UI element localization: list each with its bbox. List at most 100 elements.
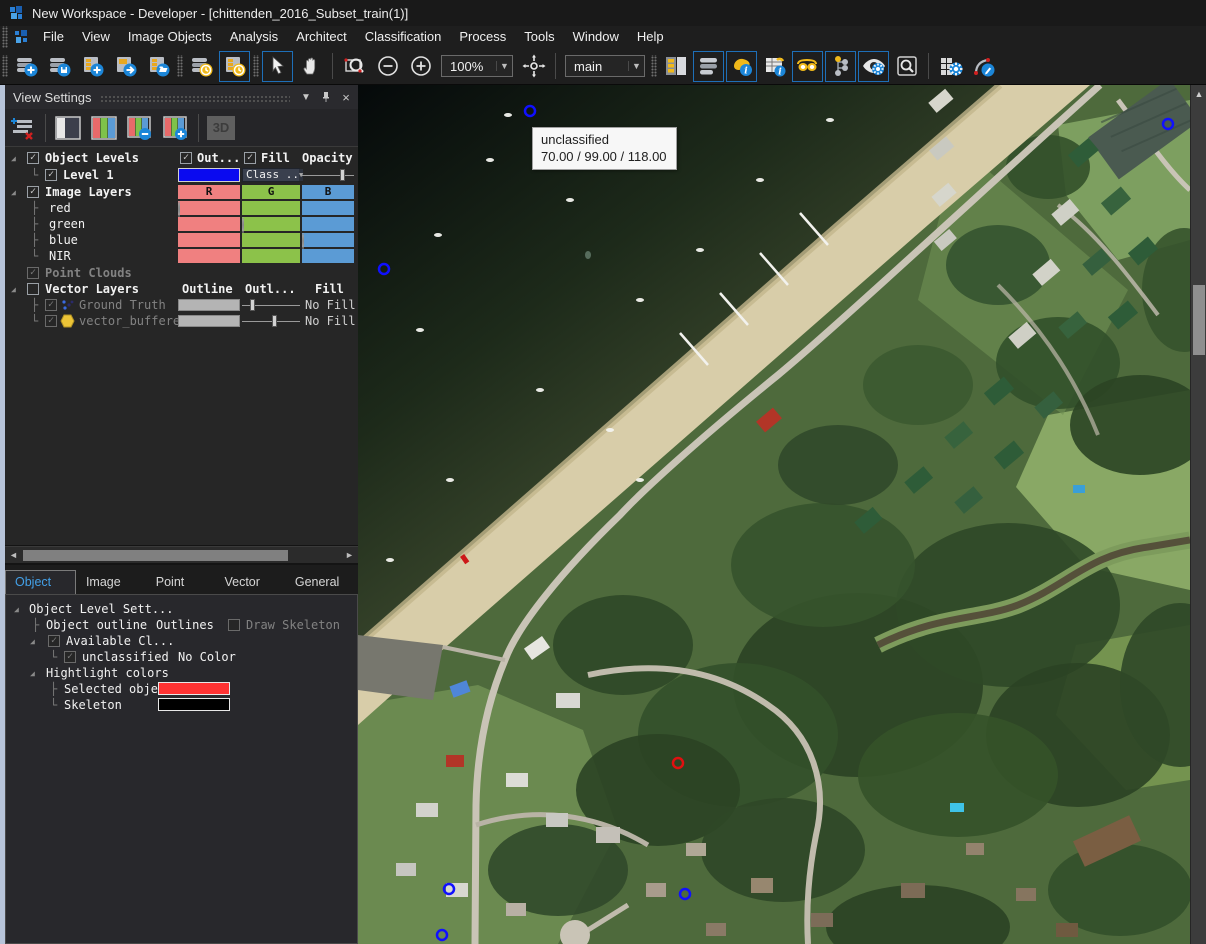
previous-layer-button[interactable]: [124, 113, 156, 143]
green-g-cell[interactable]: [242, 217, 300, 231]
menu-grip-handle[interactable]: [2, 26, 8, 48]
menu-classification[interactable]: Classification: [356, 26, 451, 48]
red-b-cell[interactable]: [302, 201, 354, 215]
nir-g-cell[interactable]: [242, 249, 300, 263]
next-layer-button[interactable]: [160, 113, 192, 143]
level1-outline-color-swatch[interactable]: [178, 168, 240, 182]
zoom-window-button[interactable]: [891, 51, 922, 82]
object-levels-checkbox[interactable]: ✓: [27, 152, 39, 164]
menu-analysis[interactable]: Analysis: [221, 26, 287, 48]
outline-column-checkbox[interactable]: ✓: [180, 152, 192, 164]
zoom-in-button[interactable]: [405, 51, 436, 82]
expand-triangle-icon[interactable]: ◢: [11, 282, 16, 298]
red-g-cell[interactable]: [242, 201, 300, 215]
skeleton-color-swatch[interactable]: [158, 698, 230, 711]
blue-b-cell[interactable]: [302, 233, 354, 247]
unclassified-color-value[interactable]: No Color: [178, 649, 236, 665]
vector-layers-checkbox[interactable]: [27, 283, 39, 295]
add-project-button[interactable]: [77, 51, 108, 82]
class-info-button[interactable]: i: [726, 51, 757, 82]
tree-row-ground-truth[interactable]: ├ ✓ Ground Truth No Fill: [5, 297, 358, 313]
expand-triangle-icon[interactable]: ◢: [30, 666, 35, 682]
import-scene-button[interactable]: [110, 51, 141, 82]
green-b-cell[interactable]: [302, 217, 354, 231]
map-vertical-scrollbar[interactable]: ▲: [1190, 85, 1206, 944]
scene-history-button[interactable]: [219, 51, 250, 82]
zoom-level-combo[interactable]: 100% ▼: [441, 55, 513, 77]
expand-triangle-icon[interactable]: ◢: [11, 185, 16, 201]
menu-help[interactable]: Help: [628, 26, 673, 48]
menu-image-objects[interactable]: Image Objects: [119, 26, 221, 48]
map-viewport[interactable]: unclassified 70.00 / 99.00 / 118.00 ▲: [358, 85, 1206, 944]
image-object-information-button[interactable]: [693, 51, 724, 82]
ground-truth-outline-swatch[interactable]: [178, 299, 240, 311]
level1-checkbox[interactable]: ✓: [45, 169, 57, 181]
blue-g-cell[interactable]: [242, 233, 300, 247]
tree-row-layer-red[interactable]: ├ red: [5, 200, 358, 216]
tree-row-layer-nir[interactable]: └ NIR: [5, 248, 358, 264]
class-hierarchy-button[interactable]: [825, 51, 856, 82]
toolbar-grip-handle[interactable]: [177, 55, 183, 77]
ols-row-selected-object[interactable]: ├ Selected object: [6, 681, 357, 697]
workspace-history-button[interactable]: [186, 51, 217, 82]
view-settings-horizontal-scrollbar[interactable]: ◄ ►: [5, 546, 358, 563]
nir-r-cell[interactable]: [178, 249, 240, 263]
menu-process[interactable]: Process: [450, 26, 515, 48]
ols-row-skeleton[interactable]: └ Skeleton: [6, 697, 357, 713]
scroll-up-icon[interactable]: ▲: [1191, 87, 1206, 101]
mix-three-layers-rgb-button[interactable]: [88, 113, 120, 143]
tree-row-image-layers[interactable]: ◢ ✓ Image Layers R G B: [5, 184, 358, 200]
toolbar-grip-handle[interactable]: [253, 55, 259, 77]
vector-buffered-width-slider[interactable]: [242, 314, 300, 328]
scroll-left-icon[interactable]: ◄: [7, 549, 20, 562]
menu-tools[interactable]: Tools: [515, 26, 563, 48]
chevron-down-icon[interactable]: ▼: [298, 89, 314, 105]
vector-buffered-outline-swatch[interactable]: [178, 315, 240, 327]
tree-row-layer-blue[interactable]: ├ blue: [5, 232, 358, 248]
tree-row-vector-layers[interactable]: ◢ Vector Layers Outline Outl... Fill: [5, 281, 358, 297]
ols-row-highlight-colors[interactable]: ◢ Hightlight colors: [6, 665, 357, 681]
nir-b-cell[interactable]: [302, 249, 354, 263]
split-view-button[interactable]: [660, 51, 691, 82]
chevron-down-icon[interactable]: ▼: [628, 61, 644, 71]
open-project-button[interactable]: [143, 51, 174, 82]
toolbar-grip-handle[interactable]: [2, 55, 8, 77]
fill-column-checkbox[interactable]: ✓: [244, 152, 256, 164]
view-classification-glasses-button[interactable]: [792, 51, 823, 82]
selected-object-color-swatch[interactable]: [158, 682, 230, 695]
new-workspace-button[interactable]: [11, 51, 42, 82]
point-clouds-checkbox[interactable]: ✓: [27, 267, 39, 279]
single-layer-grayscale-button[interactable]: [52, 113, 84, 143]
pan-center-button[interactable]: [518, 51, 549, 82]
edit-image-levels-button[interactable]: [7, 113, 39, 143]
scroll-right-icon[interactable]: ►: [343, 549, 356, 562]
unclassified-checkbox[interactable]: ✓: [64, 651, 76, 663]
select-cursor-button[interactable]: [262, 51, 293, 82]
ols-row-object-outline[interactable]: ├ Object outline Outlines Draw Skeleton: [6, 617, 357, 633]
level1-opacity-slider[interactable]: [302, 168, 354, 182]
vector-buffered-checkbox[interactable]: ✓: [45, 315, 57, 327]
available-classes-checkbox[interactable]: ✓: [48, 635, 60, 647]
level1-fill-combo[interactable]: Class .. ▼: [242, 168, 300, 182]
tree-row-level1[interactable]: └ ✓ Level 1 Class .. ▼: [5, 167, 358, 183]
pan-hand-button[interactable]: [295, 51, 326, 82]
tree-row-object-levels[interactable]: ◢ ✓ Object Levels ✓ Out... ✓ Fill Opacit…: [5, 150, 358, 166]
tab-general-settings[interactable]: General S...: [285, 570, 358, 594]
scrollbar-thumb[interactable]: [23, 550, 288, 561]
ols-row-available-classes[interactable]: ◢ ✓ Available Cl...: [6, 633, 357, 649]
menu-view[interactable]: View: [73, 26, 119, 48]
chevron-down-icon[interactable]: ▼: [496, 61, 512, 71]
toolbar-grip-handle[interactable]: [651, 55, 657, 77]
feature-view-info-button[interactable]: i: [759, 51, 790, 82]
ground-truth-checkbox[interactable]: ✓: [45, 299, 57, 311]
image-layers-checkbox[interactable]: ✓: [27, 186, 39, 198]
polygon-edit-button[interactable]: [968, 51, 999, 82]
tree-row-vector-buffered[interactable]: └ ✓ vector_buffered No Fill: [5, 313, 358, 329]
area-zoom-button[interactable]: [339, 51, 370, 82]
active-map-combo[interactable]: main ▼: [565, 55, 645, 77]
menu-window[interactable]: Window: [564, 26, 628, 48]
draw-skeleton-checkbox[interactable]: [228, 619, 240, 631]
menu-architect[interactable]: Architect: [287, 26, 356, 48]
save-workspace-button[interactable]: [44, 51, 75, 82]
menu-file[interactable]: File: [34, 26, 73, 48]
